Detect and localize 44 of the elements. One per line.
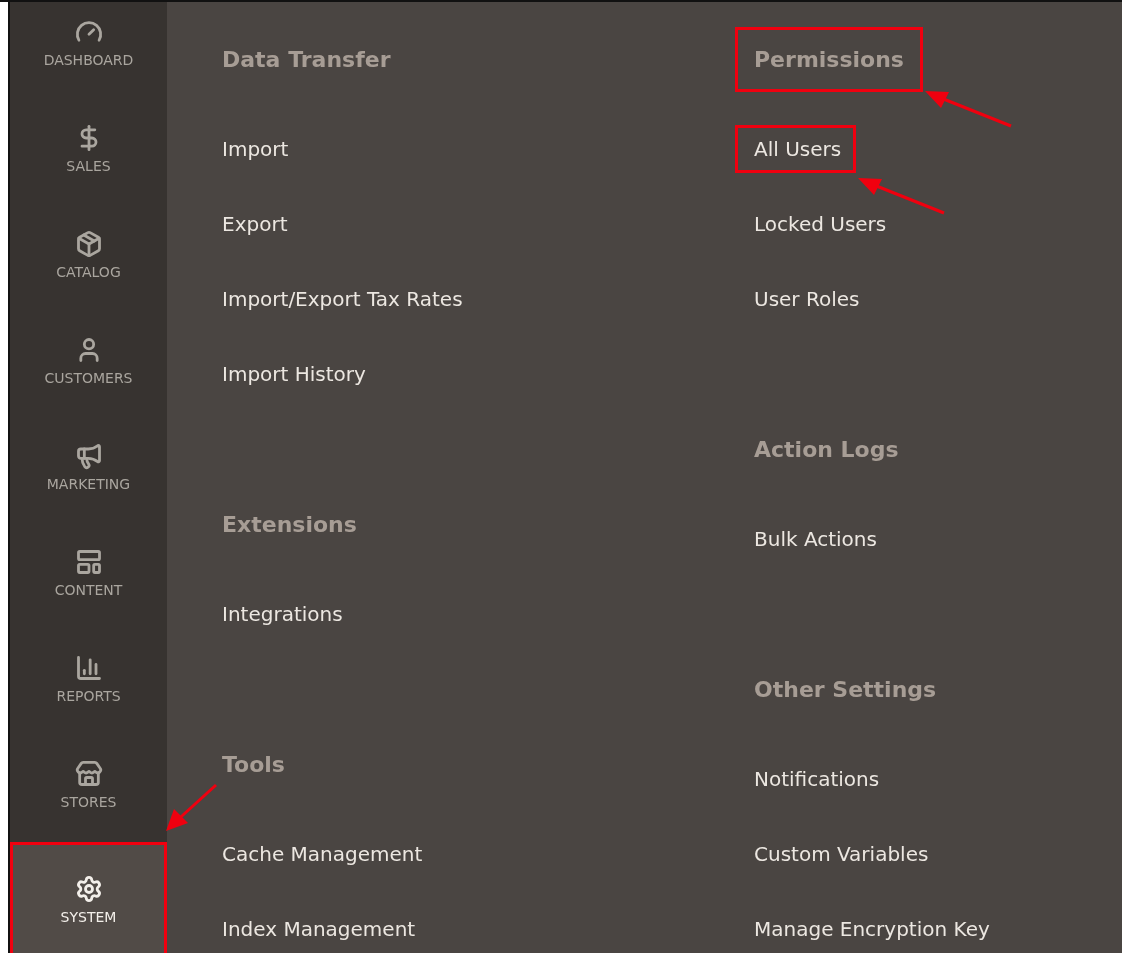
menu-link[interactable]: User Roles — [754, 286, 860, 311]
menu-link[interactable]: Import — [222, 136, 289, 161]
menu-link[interactable]: All Users — [735, 124, 857, 173]
section-heading: Tools — [222, 752, 285, 777]
bar-chart-icon — [74, 654, 103, 682]
megaphone-icon — [74, 442, 103, 470]
sidebar-item[interactable]: CATALOG — [10, 202, 167, 308]
menu-link[interactable]: Cache Management — [222, 841, 423, 866]
storefront-icon — [74, 760, 103, 788]
sidebar-item[interactable]: REPORTS — [10, 626, 167, 732]
layout-icon — [74, 548, 103, 576]
menu-link[interactable]: Integrations — [222, 601, 343, 626]
sidebar-label: CATALOG — [56, 264, 121, 280]
section-heading: Action Logs — [754, 437, 899, 462]
sidebar-item[interactable]: CUSTOMERS — [10, 308, 167, 414]
menu-link[interactable]: Index Management — [222, 916, 416, 941]
section-heading: Permissions — [735, 27, 923, 92]
sidebar-item[interactable]: STORES — [10, 732, 167, 838]
section-heading: Data Transfer — [222, 47, 391, 72]
menu-link[interactable]: Notifications — [754, 766, 880, 791]
annotation-arrow — [164, 783, 219, 833]
settings-icon — [74, 875, 103, 903]
menu-link[interactable]: Manage Encryption Key — [754, 916, 990, 941]
sidebar-label: SALES — [66, 158, 111, 174]
section-heading: Extensions — [222, 512, 357, 537]
menu-link[interactable]: Custom Variables — [754, 841, 929, 866]
menu-link[interactable]: Export — [222, 211, 288, 236]
sidebar-label: SYSTEM — [60, 909, 117, 925]
sidebar-item[interactable]: SALES — [10, 96, 167, 202]
section-heading: Other Settings — [754, 677, 937, 702]
menu-link[interactable]: Import History — [222, 361, 366, 386]
sidebar-label: CUSTOMERS — [44, 370, 133, 386]
menu-link[interactable]: Import/Export Tax Rates — [222, 286, 463, 311]
sidebar-label: MARKETING — [46, 476, 131, 492]
sidebar-label: STORES — [60, 794, 117, 810]
sidebar-item[interactable]: MARKETING — [10, 414, 167, 520]
menu-link[interactable]: Bulk Actions — [754, 526, 877, 551]
sidebar-label: CONTENT — [54, 582, 123, 598]
box-icon — [74, 230, 103, 258]
sidebar-item[interactable]: CONTENT — [10, 520, 167, 626]
sidebar-label: DASHBOARD — [43, 52, 134, 68]
sidebar-label: REPORTS — [56, 688, 121, 704]
menu-link[interactable]: Locked Users — [754, 211, 887, 236]
sidebar-item[interactable]: DASHBOARD — [10, 2, 167, 96]
